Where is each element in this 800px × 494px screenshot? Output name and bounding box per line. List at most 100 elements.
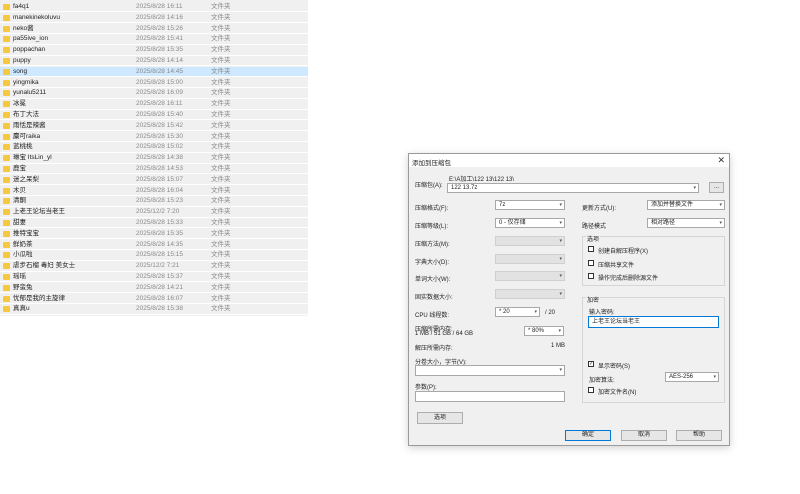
cancel-button[interactable]: 取消 [621,430,667,441]
folder-icon [3,4,10,10]
file-type: 文件夹 [211,219,231,226]
shared-label: 压缩共享文件 [598,263,635,269]
format-value: 7z [499,202,506,208]
format-select[interactable]: 7z ▾ [495,200,565,210]
file-row[interactable]: puppy 2025/8/28 14:14 文件夹 [0,56,308,67]
file-row[interactable]: 甜妻 2025/8/28 15:33 文件夹 [0,218,308,229]
file-date: 2025/8/28 14:53 [136,165,183,172]
folder-icon [3,176,10,183]
file-row[interactable]: 布丁大法 2025/8/28 15:40 文件夹 [0,110,308,121]
folder-icon [3,306,10,313]
file-type: 文件夹 [211,240,231,248]
file-type: 文件夹 [211,57,231,64]
file-row[interactable]: 瑶瑶 2025/8/28 15:37 文件夹 [0,272,308,283]
file-row[interactable]: 雨恬是辣酱 2025/8/28 15:42 文件夹 [0,121,308,132]
file-row[interactable]: fa4q1 2025/8/28 16:11 文件夹 [0,2,308,13]
file-row[interactable]: 冰冕 2025/8/28 16:11 文件夹 [0,99,308,110]
file-row[interactable]: neko酱 2025/8/28 15:26 文件夹 [0,24,308,34]
level-select[interactable]: 0 - 仅存储 ▾ [495,218,565,228]
folder-icon [3,68,10,75]
chevron-down-icon: ▾ [719,202,722,208]
folder-icon [3,122,10,129]
file-row[interactable]: 琳宝 ItsLin_yl 2025/8/28 14:38 文件夹 [0,153,308,164]
file-row[interactable]: 上老王论坛当老王 2025/12/2 7:20 文件夹 [0,207,308,218]
file-type: 文件夹 [211,24,231,32]
file-name: 野蛮兔 [13,283,33,291]
file-row[interactable]: poppachan 2025/8/28 15:35 文件夹 [0,45,308,56]
file-name: 迷之呆梨 [13,175,39,183]
update-select[interactable]: 添加并替换文件 ▾ [647,200,725,210]
file-type: 文件夹 [211,294,231,302]
file-name: poppachan [13,46,46,54]
file-date: 2025/8/28 15:30 [136,132,183,140]
params-input[interactable] [415,391,565,402]
folder-icon [3,166,10,172]
dict-label: 字典大小(D): [415,260,449,266]
file-row[interactable]: 真真u 2025/8/28 15:38 文件夹 [0,304,308,315]
browse-button[interactable]: ... [709,182,724,193]
file-type: 文件夹 [211,283,231,291]
file-row[interactable]: 虐步石榴 毒妇 美女士 2025/12/2 7:21 文件夹 [0,261,308,272]
path-label: 路径模式 [582,224,607,230]
file-row[interactable]: 推特宝宝 2025/8/28 15:35 文件夹 [0,229,308,240]
file-row[interactable]: 忧郁是我的主旋律 2025/8/28 16:07 文件夹 [0,294,308,304]
cpu-value: * 20 [499,309,510,315]
options-button[interactable]: 选项 [417,412,463,424]
method-select[interactable]: ▾ [495,236,565,246]
folder-icon [3,47,10,54]
level-value: 0 - 仅存储 [499,220,526,226]
file-row[interactable]: song 2025/8/28 14:45 文件夹 [0,66,308,78]
file-row[interactable]: pa55ive_ion 2025/8/28 15:41 文件夹 [0,34,308,45]
encrypt-method-select[interactable]: AES-256 ▾ [665,372,719,382]
path-select[interactable]: 相对路径 ▾ [647,218,725,228]
file-row[interactable]: 鹿宝 2025/8/28 14:53 文件夹 [0,164,308,175]
delete-checkbox[interactable] [588,273,594,279]
chevron-down-icon: ▾ [559,202,562,208]
file-row[interactable]: 麋可raika 2025/8/28 15:30 文件夹 [0,132,308,142]
mem-detail: 1 MB / 51 GB / 64 GB [415,331,474,337]
file-row[interactable]: 迷之呆梨 2025/8/28 15:07 文件夹 [0,175,308,186]
file-date: 2025/8/28 15:35 [136,229,183,237]
sfx-checkbox[interactable] [588,246,594,252]
file-row[interactable]: 清酮 2025/8/28 15:23 文件夹 [0,196,308,207]
params-label: 参数(P): [415,385,437,391]
sfx-label: 创建自解压程序(X) [598,249,648,255]
chevron-down-icon: ▾ [559,273,562,279]
folder-icon [3,198,10,205]
mem-value: * 80% [528,328,545,334]
chevron-down-icon: ▾ [713,374,716,380]
encrypt-names-label: 加密文件名(N) [598,390,637,396]
dialog-titlebar[interactable]: 添加到压缩包 ✕ [409,154,729,167]
close-icon[interactable]: ✕ [717,155,725,166]
split-select[interactable]: ▾ [415,365,565,376]
file-type: 文件夹 [211,143,231,151]
chevron-down-icon: ▾ [559,367,562,373]
file-date: 2025/8/28 15:40 [136,111,183,118]
solid-select[interactable]: ▾ [495,289,565,299]
encrypt-method-value: AES-256 [669,374,694,380]
ok-button[interactable]: 确定 [565,430,611,441]
file-row[interactable]: 鲜奶茶 2025/8/28 14:35 文件夹 [0,240,308,250]
cpu-select[interactable]: * 20 ▾ [495,307,540,317]
word-select[interactable]: ▾ [495,271,565,281]
help-button[interactable]: 帮助 [676,430,722,441]
file-date: 2025/8/28 15:33 [136,219,183,226]
file-row[interactable]: yunalu5211 2025/8/28 16:09 文件夹 [0,88,308,99]
file-name: neko酱 [13,24,34,32]
file-row[interactable]: manekinekoluvu 2025/8/28 14:16 文件夹 [0,13,308,24]
mem-select[interactable]: * 80% ▾ [524,326,564,336]
encrypt-names-checkbox[interactable] [588,387,594,393]
file-row[interactable]: yingmika 2025/8/28 15:00 文件夹 [0,78,308,88]
file-row[interactable]: 小瓜啦 2025/8/28 15:15 文件夹 [0,250,308,261]
password-input[interactable]: 上老王论坛当老王 [588,316,719,328]
show-password-checkbox[interactable]: ✓ [588,361,594,367]
archive-name-input[interactable]: 122 13.7z ▾ [447,183,699,193]
file-date: 2025/8/28 14:35 [136,240,183,248]
file-type: 文件夹 [211,3,231,10]
file-row[interactable]: 野蛮兔 2025/8/28 14:21 文件夹 [0,283,308,294]
shared-checkbox[interactable] [588,260,594,266]
file-row[interactable]: 木贝 2025/8/28 16:04 文件夹 [0,186,308,196]
file-row[interactable]: 蓝桃桃 2025/8/28 15:02 文件夹 [0,142,308,153]
file-name: 上老王论坛当老王 [13,208,65,216]
dict-select[interactable]: ▾ [495,254,565,264]
